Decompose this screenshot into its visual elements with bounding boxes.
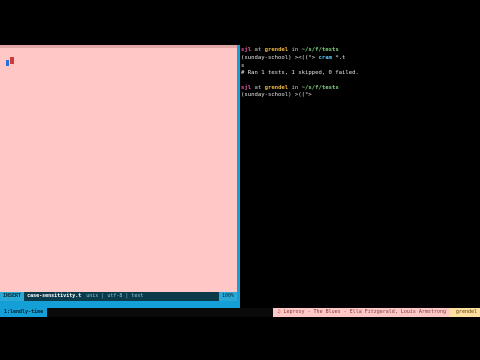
- mode-indicator: INSERT: [0, 292, 25, 301]
- terminal-pane[interactable]: sjl at grendel in ~/s/f/tests (sunday-sc…: [241, 45, 480, 308]
- tmux-window-tab[interactable]: 1:lendly-time: [0, 308, 48, 317]
- now-playing: ♫ Leprosy - The Blues - Ella Fitzgerald,…: [273, 308, 450, 317]
- prompt-branch: (sunday-school): [241, 55, 292, 61]
- test-result: # Ran 1 tests, 1 skipped, 0 failed.: [241, 70, 359, 76]
- text-cursor: [10, 57, 14, 64]
- prompt-at: at: [251, 85, 265, 91]
- active-prompt-line[interactable]: (sunday-school) >((°>: [241, 92, 312, 99]
- output-dot-line: s: [241, 63, 244, 70]
- prompt-path: ~/s/f/tests: [301, 47, 339, 53]
- statusline-position: 100%: [218, 292, 237, 301]
- prompt-symbol: >((°>: [291, 92, 312, 98]
- sign-column-marker: [6, 60, 9, 66]
- prompt-at: at: [251, 47, 265, 53]
- editor-statusline: INSERT case-sensitivity.t unix | utf-8 | t…: [0, 292, 237, 301]
- editor-pane[interactable]: [0, 45, 237, 292]
- statusline-filename: case-sensitivity.t: [27, 293, 82, 299]
- prompt-branch: (sunday-school): [241, 92, 292, 98]
- command-line: (sunday-school) ><((°> cram *.t: [241, 55, 345, 62]
- prompt-user: sjl: [241, 85, 252, 91]
- statusline-fileinfo: unix | utf-8 | text: [86, 293, 144, 299]
- test-progress: s: [241, 63, 245, 69]
- prompt-in: in: [288, 85, 302, 91]
- result-line: # Ran 1 tests, 1 skipped, 0 failed.: [241, 70, 359, 77]
- split-divider[interactable]: [237, 45, 240, 308]
- prompt-line-1: sjl at grendel in ~/s/f/tests: [241, 47, 339, 54]
- command-line-area[interactable]: [0, 301, 237, 308]
- command-argument: *.t: [331, 55, 346, 61]
- command-name: cram: [315, 55, 332, 61]
- editor-top-rule: [0, 45, 237, 48]
- prompt-host: grendel: [264, 85, 289, 91]
- prompt-in: in: [288, 47, 302, 53]
- tmux-status-bar: 1:lendly-time ♫ Leprosy - The Blues - El…: [0, 308, 480, 317]
- tmux-hostname: grendel: [450, 308, 480, 317]
- prompt-host: grendel: [264, 47, 289, 53]
- prompt-symbol: ><((°>: [291, 55, 316, 61]
- prompt-path: ~/s/f/tests: [301, 85, 339, 91]
- prompt-user: sjl: [241, 47, 252, 53]
- prompt-line-2: sjl at grendel in ~/s/f/tests: [241, 85, 339, 92]
